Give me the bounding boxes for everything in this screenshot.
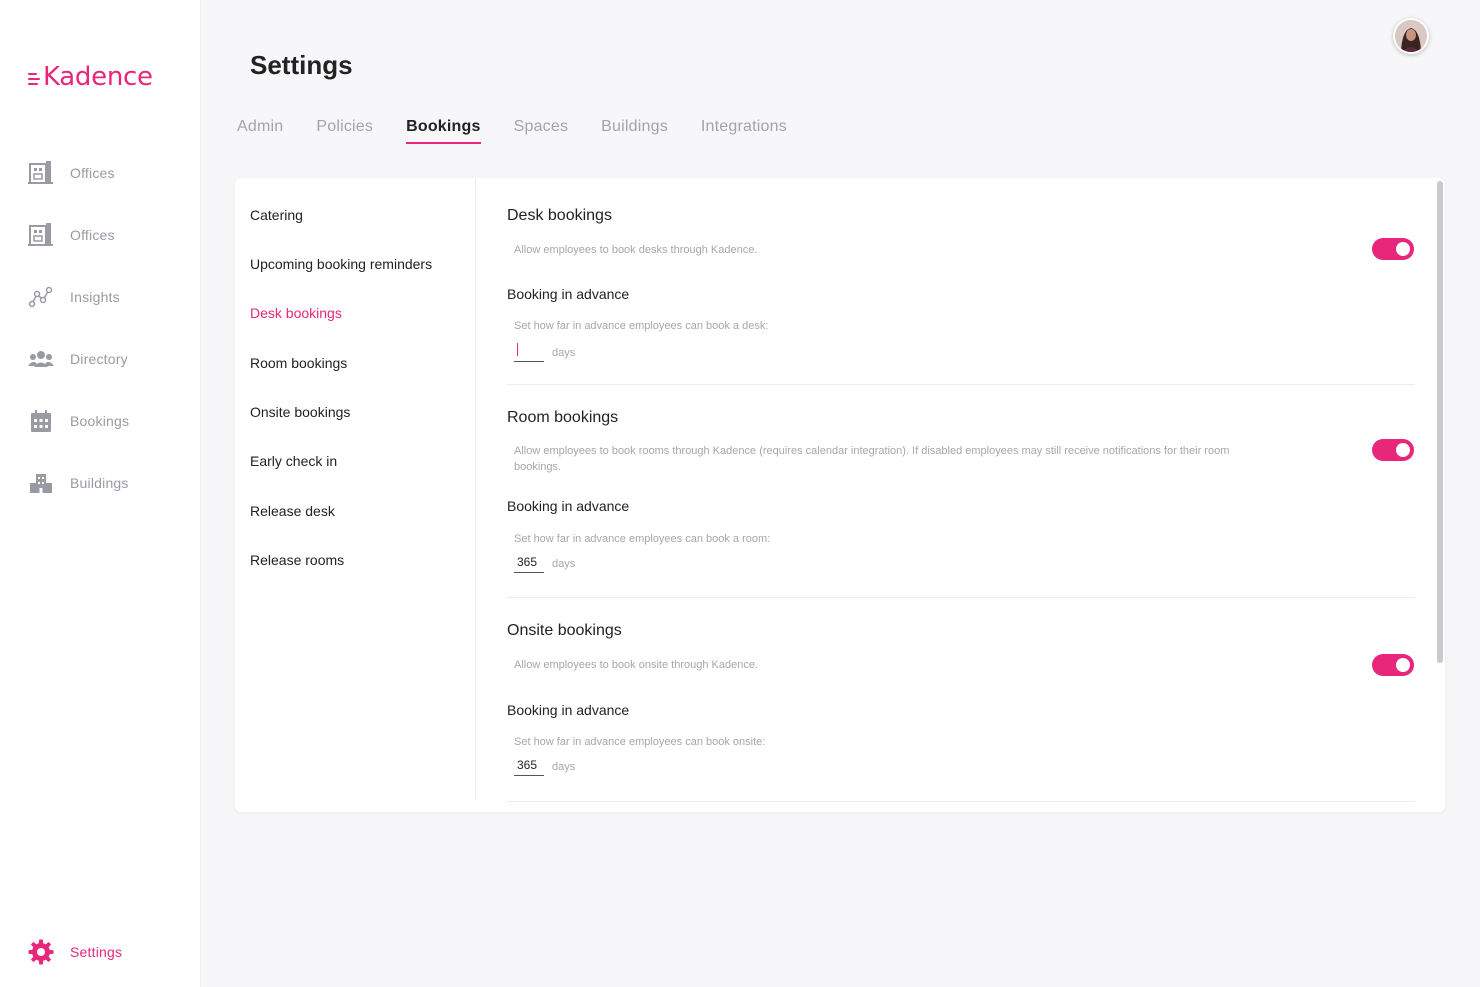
kadence-logo[interactable]: Kadence — [28, 62, 153, 92]
sidebar-item-offices[interactable]: Offices — [26, 217, 196, 253]
subsection-title: Booking in advance — [507, 286, 630, 302]
sidebar-item-buildings[interactable]: Buildings — [26, 465, 196, 501]
sidebar-item-label: Directory — [70, 351, 128, 367]
desk-advance-days-row: days — [514, 342, 575, 362]
onsite-advance-days-input[interactable] — [514, 758, 544, 776]
page-title: Settings — [250, 50, 353, 80]
room-bookings-section: Room bookings Allow employees to book ro… — [507, 385, 1415, 598]
buildings-icon — [26, 469, 56, 497]
people-icon — [26, 345, 56, 373]
room-advance-days-row: days — [514, 555, 575, 573]
logo-text: Kadence — [43, 62, 153, 92]
onsite-bookings-section: Onsite bookings Allow employees to book … — [507, 598, 1415, 802]
subsection-title: Booking in advance — [507, 498, 630, 514]
settings-tabs: Admin Policies Bookings Spaces Buildings… — [237, 118, 820, 144]
subsection-description: Set how far in advance employees can boo… — [514, 533, 771, 545]
bookings-subnav: Catering Upcoming booking reminders Desk… — [235, 178, 476, 800]
room-advance-days-input[interactable] — [514, 555, 544, 573]
sidebar-item-label: Offices — [70, 227, 115, 243]
content-scrollbar[interactable] — [1437, 181, 1443, 663]
section-title: Room bookings — [507, 409, 619, 426]
sidebar-item-label: Offices — [70, 165, 115, 181]
days-unit-label: days — [552, 558, 576, 570]
tab-bookings[interactable]: Bookings — [406, 118, 481, 144]
tab-policies[interactable]: Policies — [316, 118, 373, 144]
gear-icon — [26, 938, 56, 966]
sidebar-item-label: Buildings — [70, 475, 129, 491]
tab-buildings[interactable]: Buildings — [601, 118, 668, 144]
subnav-item-booking-reminders[interactable]: Upcoming booking reminders — [250, 256, 432, 272]
tab-integrations[interactable]: Integrations — [701, 118, 787, 144]
sidebar-nav: Offices Offices Insights Directory Booki… — [26, 155, 196, 527]
section-title: Desk bookings — [507, 207, 612, 224]
logo-mark-icon — [28, 73, 42, 85]
days-unit-label: days — [552, 761, 576, 773]
section-description: Allow employees to book onsite through K… — [514, 659, 758, 671]
sidebar-item-directory[interactable]: Directory — [26, 341, 196, 377]
text-caret — [517, 343, 518, 356]
tab-admin[interactable]: Admin — [237, 118, 283, 144]
days-unit-label: days — [552, 347, 576, 359]
subnav-item-onsite-bookings[interactable]: Onsite bookings — [250, 404, 350, 420]
subsection-description: Set how far in advance employees can boo… — [514, 736, 766, 748]
sidebar-item-label: Settings — [70, 944, 123, 960]
subsection-description: Set how far in advance employees can boo… — [514, 320, 769, 332]
user-avatar[interactable] — [1393, 18, 1429, 54]
sidebar-item-insights[interactable]: Insights — [26, 279, 196, 315]
sidebar-item-offices[interactable]: Offices — [26, 155, 196, 191]
office-building-icon — [26, 159, 56, 187]
sidebar-item-label: Bookings — [70, 413, 130, 429]
sidebar: Kadence Offices Offices Insights Directo… — [0, 0, 201, 987]
desk-bookings-section: Desk bookings Allow employees to book de… — [507, 178, 1415, 385]
tab-spaces[interactable]: Spaces — [514, 118, 569, 144]
section-description: Allow employees to book desks through Ka… — [514, 244, 758, 256]
subnav-item-early-check-in[interactable]: Early check in — [250, 453, 337, 469]
room-bookings-toggle[interactable] — [1372, 439, 1414, 461]
onsite-bookings-toggle[interactable] — [1372, 654, 1414, 676]
subsection-title: Booking in advance — [507, 702, 630, 718]
calendar-icon — [26, 407, 56, 435]
sidebar-item-label: Insights — [70, 289, 120, 305]
desk-advance-days-input[interactable] — [514, 344, 544, 362]
subnav-item-desk-bookings[interactable]: Desk bookings — [250, 305, 342, 321]
sidebar-item-bookings[interactable]: Bookings — [26, 403, 196, 439]
sidebar-item-settings[interactable]: Settings — [26, 938, 122, 966]
subnav-item-release-rooms[interactable]: Release rooms — [250, 552, 344, 568]
section-description: Allow employees to book rooms through Ka… — [514, 445, 1230, 473]
subnav-item-release-desk[interactable]: Release desk — [250, 503, 335, 519]
settings-card: Catering Upcoming booking reminders Desk… — [235, 178, 1445, 812]
settings-content: Desk bookings Allow employees to book de… — [507, 178, 1415, 812]
office-building-icon — [26, 221, 56, 249]
onsite-advance-days-row: days — [514, 758, 575, 776]
subnav-item-catering[interactable]: Catering — [250, 207, 303, 223]
insights-chart-icon — [26, 283, 56, 311]
section-title: Onsite bookings — [507, 622, 622, 639]
desk-bookings-toggle[interactable] — [1372, 238, 1414, 260]
subnav-item-room-bookings[interactable]: Room bookings — [250, 355, 347, 371]
days-input-wrapper — [514, 342, 544, 362]
